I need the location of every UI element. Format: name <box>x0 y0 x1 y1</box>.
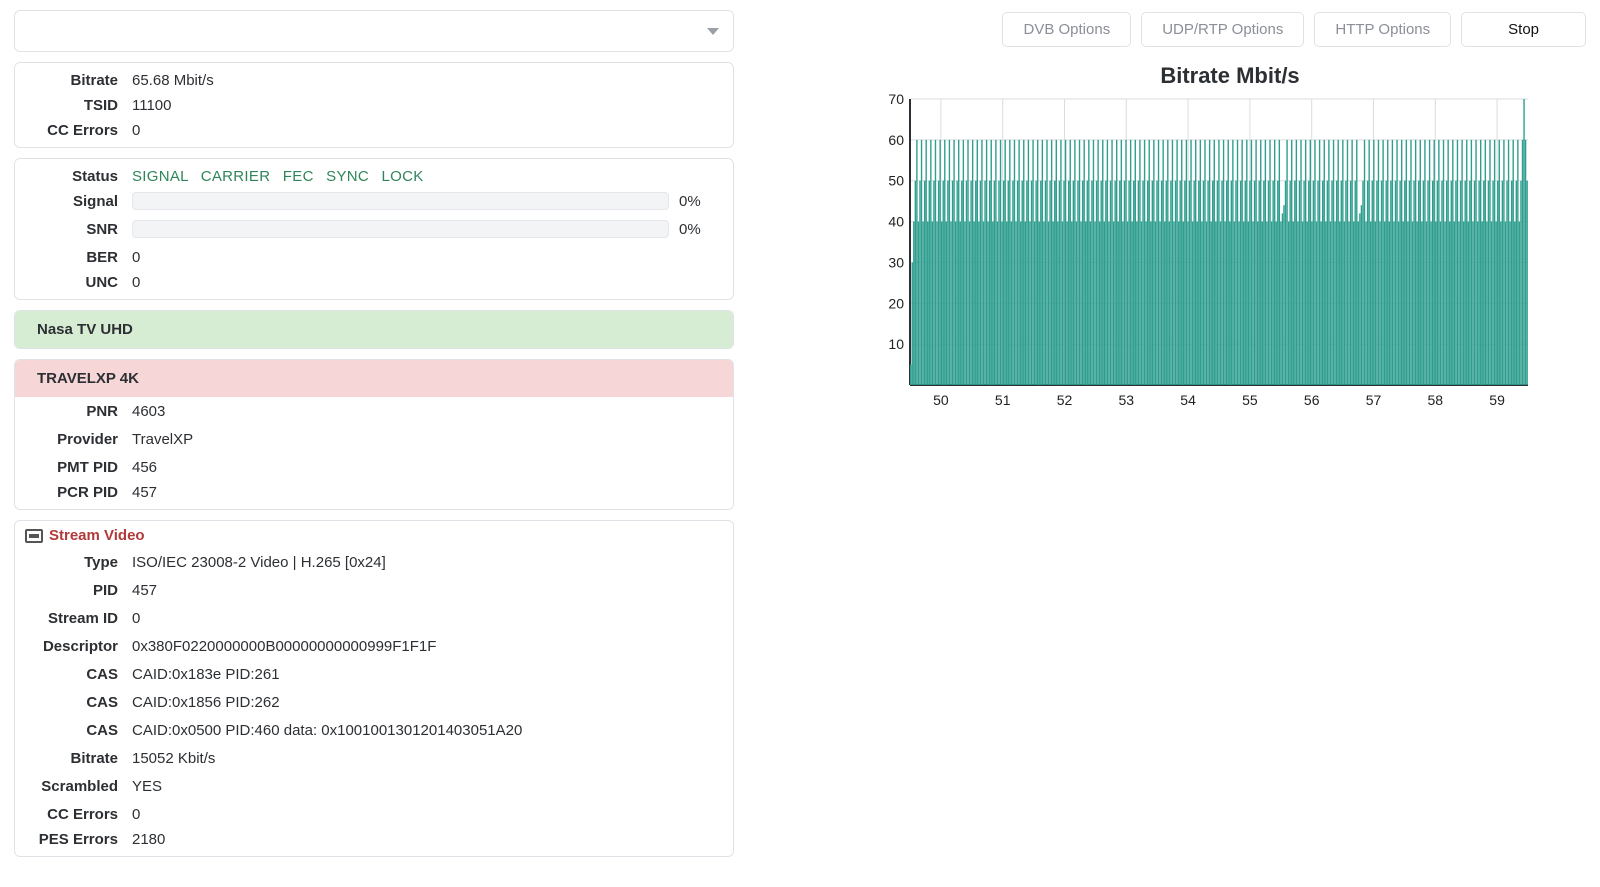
service-travelxp: TRAVELXP 4K PNR4603 ProviderTravelXP PMT… <box>14 359 734 510</box>
value-signal: 0% <box>679 193 721 210</box>
value-stream-id: 0 <box>132 610 721 627</box>
value-cas1: CAID:0x183e PID:261 <box>132 666 721 683</box>
label-snr: SNR <box>27 221 132 238</box>
svg-text:50: 50 <box>933 392 949 408</box>
value-descriptor: 0x380F0220000000B00000000000999F1F1F <box>132 638 721 655</box>
svg-text:53: 53 <box>1119 392 1135 408</box>
label-ber: BER <box>27 249 132 266</box>
signal-progressbar <box>132 192 669 210</box>
label-bitrate: Bitrate <box>27 72 132 89</box>
http-options-button[interactable]: HTTP Options <box>1314 12 1451 47</box>
label-pmtpid: PMT PID <box>27 459 132 476</box>
bitrate-chart: 10 20 30 40 50 60 70 50 51 52 53 54 55 56 57 58 59 <box>874 93 1534 413</box>
stream-video-header[interactable]: Stream Video <box>15 521 733 548</box>
label-stream-pid: PID <box>27 582 132 599</box>
value-cas2: CAID:0x1856 PID:262 <box>132 694 721 711</box>
value-snr: 0% <box>679 221 721 238</box>
service-nasa-header: Nasa TV UHD <box>15 311 733 348</box>
label-pnr: PNR <box>27 403 132 420</box>
svg-text:30: 30 <box>888 254 904 270</box>
svg-text:55: 55 <box>1242 392 1258 408</box>
service-nasa[interactable]: Nasa TV UHD <box>14 310 734 349</box>
label-cas1: CAS <box>27 666 132 683</box>
svg-text:10: 10 <box>888 336 904 352</box>
ts-summary-card: Bitrate65.68 Mbit/s TSID11100 CC Errors0 <box>14 62 734 148</box>
svg-text:60: 60 <box>888 132 904 148</box>
svg-text:59: 59 <box>1489 392 1505 408</box>
svg-text:70: 70 <box>888 93 904 107</box>
tuner-status-card: StatusSIGNAL CARRIER FEC SYNC LOCK Signa… <box>14 158 734 300</box>
svg-text:51: 51 <box>995 392 1011 408</box>
label-descriptor: Descriptor <box>27 638 132 655</box>
label-scrambled: Scrambled <box>27 778 132 795</box>
value-unc: 0 <box>132 274 721 291</box>
label-stream-id: Stream ID <box>27 610 132 627</box>
label-ccerrors: CC Errors <box>27 122 132 139</box>
udp-rtp-options-button[interactable]: UDP/RTP Options <box>1141 12 1304 47</box>
label-stream-cc: CC Errors <box>27 806 132 823</box>
value-pmtpid: 456 <box>132 459 721 476</box>
svg-text:56: 56 <box>1304 392 1320 408</box>
label-cas2: CAS <box>27 694 132 711</box>
label-cas3: CAS <box>27 722 132 739</box>
value-ber: 0 <box>132 249 721 266</box>
value-tsid: 11100 <box>132 97 721 114</box>
chevron-down-icon <box>707 28 719 35</box>
label-pes-errors: PES Errors <box>27 831 132 848</box>
value-stream-bitrate: 15052 Kbit/s <box>132 750 721 767</box>
value-ccerrors: 0 <box>132 122 721 139</box>
svg-text:50: 50 <box>888 173 904 189</box>
source-select[interactable] <box>14 10 734 52</box>
label-unc: UNC <box>27 274 132 291</box>
value-bitrate: 65.68 Mbit/s <box>132 72 721 89</box>
value-pes-errors: 2180 <box>132 831 721 848</box>
value-stream-cc: 0 <box>132 806 721 823</box>
chart-title: Bitrate Mbit/s <box>874 63 1586 89</box>
svg-text:57: 57 <box>1366 392 1382 408</box>
label-stream-bitrate: Bitrate <box>27 750 132 767</box>
value-scrambled: YES <box>132 778 721 795</box>
svg-text:54: 54 <box>1180 392 1196 408</box>
svg-text:58: 58 <box>1428 392 1444 408</box>
label-signal: Signal <box>27 193 132 210</box>
dvb-options-button[interactable]: DVB Options <box>1002 12 1131 47</box>
svg-text:40: 40 <box>888 214 904 230</box>
svg-text:20: 20 <box>888 295 904 311</box>
value-cas3: CAID:0x0500 PID:460 data: 0x100100130120… <box>132 722 721 739</box>
stream-video-card: Stream Video TypeISO/IEC 23008-2 Video |… <box>14 520 734 857</box>
label-stream-type: Type <box>27 554 132 571</box>
stop-button[interactable]: Stop <box>1461 12 1586 47</box>
value-pcrpid: 457 <box>132 484 721 501</box>
snr-progressbar <box>132 220 669 238</box>
value-provider: TravelXP <box>132 431 721 448</box>
film-icon <box>25 529 43 543</box>
value-status: SIGNAL CARRIER FEC SYNC LOCK <box>132 168 721 185</box>
value-stream-pid: 457 <box>132 582 721 599</box>
label-tsid: TSID <box>27 97 132 114</box>
action-buttons: DVB Options UDP/RTP Options HTTP Options… <box>874 12 1586 47</box>
value-stream-type: ISO/IEC 23008-2 Video | H.265 [0x24] <box>132 554 721 571</box>
value-pnr: 4603 <box>132 403 721 420</box>
svg-text:52: 52 <box>1057 392 1073 408</box>
label-status: Status <box>27 168 132 185</box>
label-provider: Provider <box>27 431 132 448</box>
label-pcrpid: PCR PID <box>27 484 132 501</box>
stream-video-title: Stream Video <box>49 527 145 544</box>
service-travelxp-header[interactable]: TRAVELXP 4K <box>15 360 733 397</box>
